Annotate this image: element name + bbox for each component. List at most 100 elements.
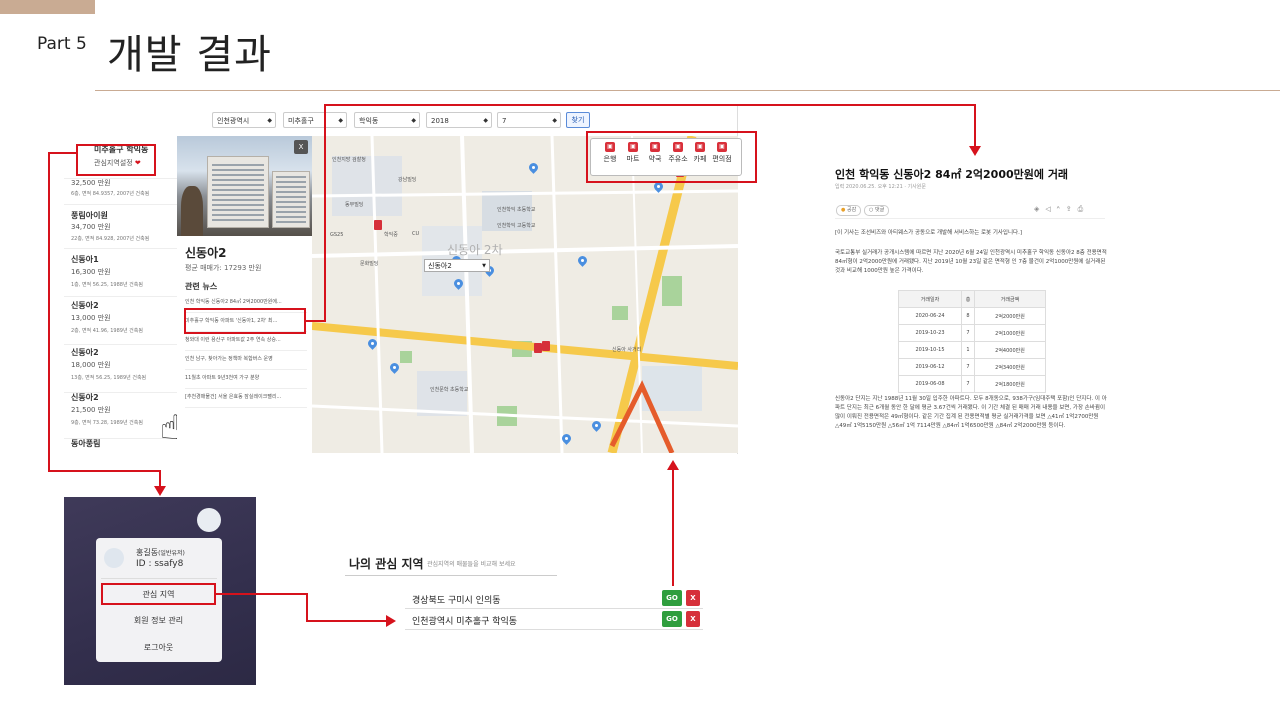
- article-paragraph-1: 국토교통부 실거래가 공개시스템에 따르면 지난 2020년 6월 24일 인천…: [835, 250, 1107, 274]
- list-item[interactable]: 신동아2 18,000 만원 13층, 면적 56.25, 1989년 건축됨: [64, 344, 177, 393]
- map-marker[interactable]: [388, 361, 401, 375]
- user-id: ID : ssafy8: [136, 559, 184, 569]
- map-marker[interactable]: [452, 277, 465, 291]
- map-view[interactable]: 인천지방 검찰청 동부빌딩 강남빌딩 인천학익 초등학교 신동아 2차 CU 인…: [312, 136, 738, 453]
- map-label: 강남빌딩: [398, 177, 417, 183]
- arrow-down-icon: [969, 146, 981, 156]
- news-item[interactable]: 11월초 아파트 9년3천여 가구 분양: [185, 370, 307, 389]
- district-select[interactable]: 미추홀구 ◆: [283, 112, 347, 128]
- table-row: 2019-10-23 7 2억1000만원: [898, 324, 1046, 342]
- table-row: 2020-06-24 8 2억2000만원: [898, 307, 1046, 325]
- table-row: 2019-06-08 7 2억1800만원: [898, 375, 1046, 393]
- article-title: 인천 학익동 신동아2 84㎡ 2억2000만원에 거래: [835, 168, 1069, 181]
- news-header: 관련 뉴스: [185, 282, 218, 291]
- article-tool-icons[interactable]: ◈◁ᴬ⇪⎙: [1034, 205, 1089, 214]
- highlight-fav-region: [76, 144, 156, 176]
- map-marker[interactable]: [560, 432, 573, 446]
- connector-line: [306, 593, 308, 622]
- menu-account[interactable]: 회원 정보 관리: [101, 615, 216, 626]
- row-divider: [405, 608, 703, 609]
- row-divider: [405, 629, 703, 630]
- map-label: GS25: [330, 232, 344, 238]
- building-shape: [272, 171, 310, 228]
- connector-line: [216, 593, 308, 595]
- map-apt-select[interactable]: 신동아2 ▼: [424, 259, 490, 272]
- list-item[interactable]: 32,500 만원 6층, 면적 84.9357, 2007년 건축됨: [64, 178, 177, 205]
- connector-line: [306, 320, 326, 322]
- dong-select[interactable]: 학익동 ◆: [354, 112, 420, 128]
- find-button[interactable]: 찾기: [566, 112, 590, 128]
- map-marker[interactable]: [366, 337, 379, 351]
- connector-line: [324, 104, 326, 322]
- map-label: 동부빌딩: [345, 202, 364, 208]
- slide-accent-bar: [0, 0, 95, 14]
- map-marker[interactable]: [590, 419, 603, 433]
- highlight-news-item: [184, 308, 306, 334]
- user-name: 홍길동(일반유저): [136, 548, 185, 557]
- like-icon: ●: [841, 207, 846, 213]
- table-row: 2019-06-12 7 2억3400만원: [898, 358, 1046, 376]
- interest-subtitle: 관심지역의 매물들을 비교해 보세요: [427, 561, 516, 568]
- apartment-photo: [177, 136, 312, 236]
- map-roads: [312, 136, 738, 453]
- article-intro: [이 기사는 조선비즈와 아티웨스가 공동으로 개발해 서비스하는 로봇 기사입…: [835, 230, 1023, 236]
- title-divider: [95, 90, 1280, 91]
- connector-line: [48, 152, 50, 472]
- delete-button[interactable]: X: [686, 611, 700, 627]
- comment-button[interactable]: ○ 댓글: [864, 205, 890, 216]
- connector-line: [48, 470, 161, 472]
- city-select[interactable]: 인천광역시 ◆: [212, 112, 276, 128]
- map-label: 학익중: [384, 232, 398, 238]
- map-label: 인천문학 초등학교: [430, 387, 469, 393]
- detail-panel: X 신동아2 평균 매매가: 17293 만원 관련 뉴스 인천 학익동 신동아…: [177, 136, 312, 453]
- comment-icon: ○: [869, 207, 874, 213]
- arrow-down-icon: [154, 486, 166, 496]
- apartment-list: 미추홀구 학익동 관심지역설정 ❤ 32,500 만원 6층, 면적 84.93…: [64, 136, 178, 453]
- interest-title: 나의 관심 지역: [349, 557, 424, 571]
- month-select[interactable]: 7 ◆: [497, 112, 561, 128]
- delete-button[interactable]: X: [686, 590, 700, 606]
- highlight-interest-menu: [101, 583, 216, 605]
- connector-line: [324, 104, 976, 106]
- map-label: 인천지방 검찰청: [332, 157, 366, 163]
- highlight-amenity-toolbar: [586, 131, 757, 183]
- tree-shape: [181, 186, 203, 236]
- interest-row-label: 경상북도 구미시 인의동: [412, 596, 501, 606]
- map-label: 인천학익 초등학교: [497, 207, 536, 213]
- building-shape: [207, 156, 269, 228]
- map-label: 문화빌딩: [360, 261, 379, 267]
- article-paragraph-2: 신동아2 단지는 지난 1988년 11월 30일 입주한 아파트다. 모두 8…: [835, 396, 1107, 429]
- list-item[interactable]: 풍림아이원 34,700 만원 22층, 면적 84.928, 2007년 건축…: [64, 204, 177, 249]
- map-marker[interactable]: [576, 254, 589, 268]
- part-label: Part 5: [37, 34, 87, 54]
- year-select[interactable]: 2018 ◆: [426, 112, 492, 128]
- map-marker[interactable]: [527, 161, 540, 175]
- go-button[interactable]: GO: [662, 611, 682, 627]
- detail-avg-price: 평균 매매가: 17293 만원: [185, 264, 262, 272]
- news-item[interactable]: [추천경매물건] 서울 은효동 잠실레이크팰리...: [185, 389, 307, 408]
- news-item[interactable]: 청와대 이런 용산구 아파트값 2주 연속 상승...: [185, 332, 307, 351]
- list-item[interactable]: 신동아2 13,000 만원 2층, 면적 41.96, 1989년 건축됨: [64, 296, 177, 345]
- map-marker[interactable]: [652, 180, 665, 194]
- map-label: CU: [412, 231, 420, 237]
- connector-line: [48, 152, 78, 154]
- arrow-right-icon: [386, 615, 396, 627]
- menu-logout[interactable]: 로그아웃: [101, 642, 216, 653]
- map-label: 인천학익 고등학교: [497, 223, 536, 229]
- go-button[interactable]: GO: [662, 590, 682, 606]
- article-meta: 입력 2020.06.25. 오후 12:21 · 기사원문: [835, 184, 926, 190]
- interest-row-label: 인천광역시 미추홀구 학익동: [412, 617, 518, 627]
- avatar[interactable]: [197, 508, 221, 532]
- list-item[interactable]: 신동아1 16,300 만원 1층, 면적 56.25, 1988년 건축됨: [64, 248, 177, 297]
- deal-table-header: 거래일자 층 거래금액: [898, 290, 1046, 308]
- user-avatar: [104, 548, 124, 568]
- amenity-marker[interactable]: [374, 220, 382, 230]
- amenity-marker[interactable]: [534, 343, 542, 353]
- news-item[interactable]: 인천 남구, 찾아가는 정책마 복합버스 운영: [185, 351, 307, 370]
- amenity-marker[interactable]: [542, 341, 550, 351]
- slide-title: 개발 결과: [107, 32, 272, 78]
- like-button[interactable]: ● 공감: [836, 205, 862, 216]
- map-label: 신동아 사거리: [612, 347, 642, 353]
- arrow-up-icon: [667, 460, 679, 470]
- close-button[interactable]: X: [294, 140, 308, 154]
